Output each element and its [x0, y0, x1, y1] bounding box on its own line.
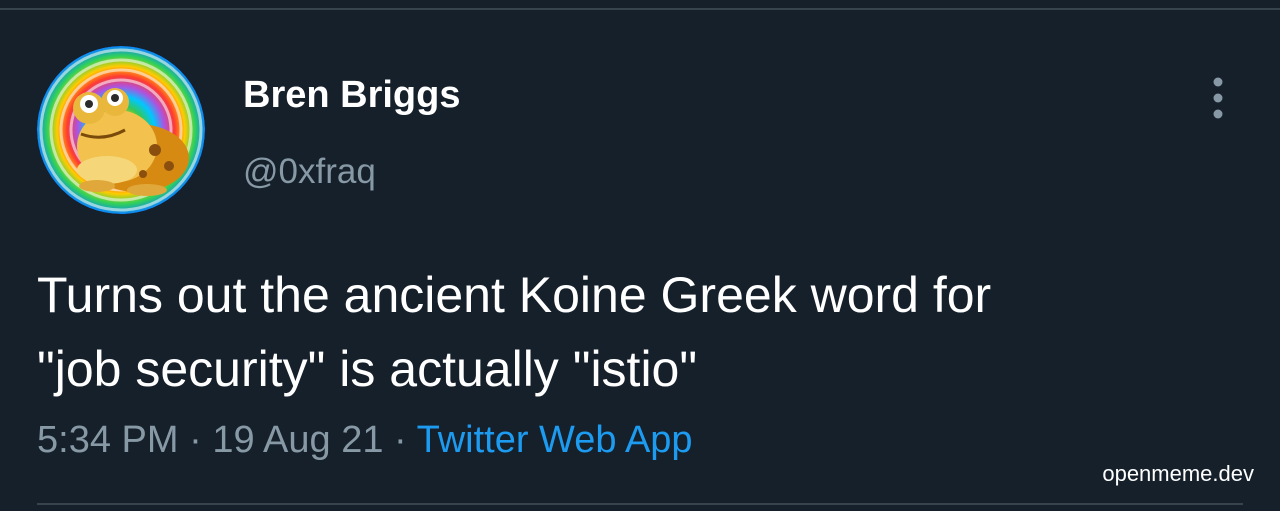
tweet-text: Turns out the ancient Koine Greek word f…: [37, 258, 1237, 406]
tweet-text-line: Turns out the ancient Koine Greek word f…: [37, 267, 992, 323]
tweet-source-link[interactable]: Twitter Web App: [417, 419, 693, 461]
tweet-meta: 5:34 PM · 19 Aug 21 · Twitter Web App: [37, 419, 693, 462]
author-display-name[interactable]: Bren Briggs: [243, 74, 460, 117]
author-handle[interactable]: @0xfraq: [243, 152, 376, 192]
tweet-date[interactable]: 19 Aug 21: [212, 419, 383, 461]
hypnotoad-avatar-icon[interactable]: [37, 46, 205, 214]
tweet-time[interactable]: 5:34 PM: [37, 419, 179, 461]
more-vertical-icon: [1213, 77, 1223, 119]
tweet-text-line: "job security" is actually "istio": [37, 341, 698, 397]
meta-separator: ·: [394, 419, 407, 461]
bottom-divider: [37, 503, 1243, 505]
top-divider: [0, 8, 1280, 10]
watermark: openmeme.dev: [1102, 461, 1254, 486]
more-options-button[interactable]: [1202, 74, 1234, 122]
meta-separator: ·: [189, 419, 202, 461]
